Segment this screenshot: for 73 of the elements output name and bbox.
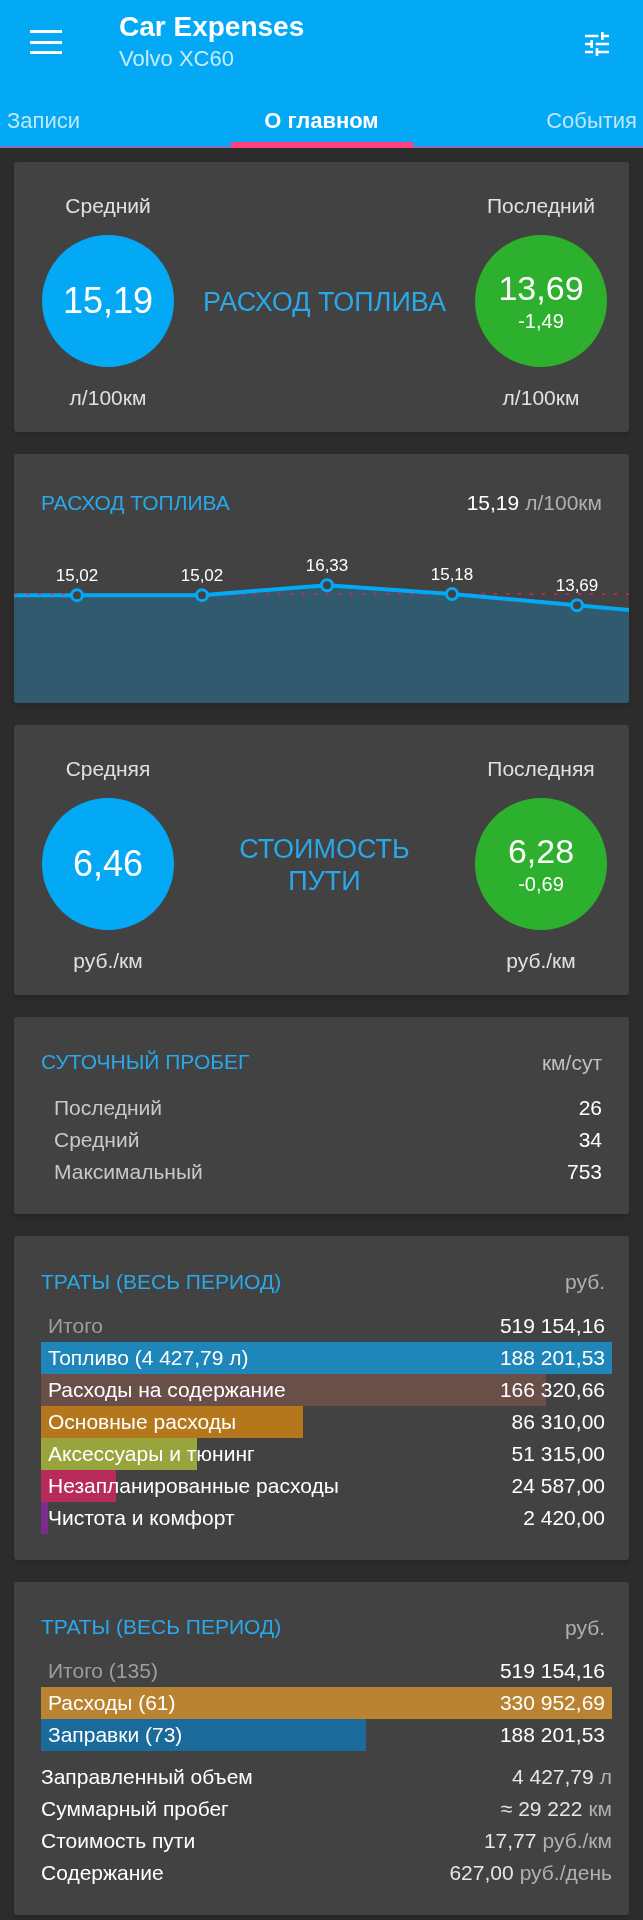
stat-value: 4 427,79	[512, 1764, 594, 1791]
total-label: Итого	[48, 1312, 104, 1339]
mileage-label: Последний	[54, 1095, 163, 1122]
mileage-value: 753	[566, 1159, 602, 1186]
gauge-label: Последний	[486, 194, 596, 218]
stat-unit: л	[599, 1764, 612, 1791]
stat-unit: км	[588, 1796, 612, 1823]
total-value: 519 154,16	[499, 1658, 605, 1685]
mileage-label: Максимальный	[54, 1159, 203, 1186]
gauge-label: Средний	[65, 194, 151, 218]
expense-label: Аксессуары и тюнинг	[48, 1440, 255, 1467]
tab[interactable]: О главном	[140, 100, 503, 147]
section-unit: руб.	[564, 1614, 605, 1641]
gauge-label: Средняя	[65, 756, 151, 781]
data-label: 15,18	[430, 564, 474, 584]
expense-value: 2 420,00	[523, 1504, 605, 1531]
chart-average-value: 15,19	[466, 490, 520, 516]
menu-icon[interactable]	[30, 30, 62, 54]
section-title: ТРАТЫ (ВЕСЬ ПЕРИОД)	[41, 1268, 282, 1295]
stat-value: 627,00	[449, 1860, 514, 1887]
data-label: 13,69	[555, 575, 599, 595]
gauge-delta: -1,49	[518, 309, 564, 333]
gauge-label: Последняя	[487, 756, 595, 781]
expense-label: Заправки (73)	[48, 1722, 183, 1749]
tab[interactable]: События	[503, 100, 643, 147]
expense-value: 24 587,00	[511, 1472, 605, 1499]
expense-label: Чистота и комфорт	[48, 1504, 235, 1531]
summary-title: РАСХОД ТОПЛИВА	[203, 286, 446, 318]
gauge-delta: -0,69	[518, 871, 564, 896]
stat-value: 17,77	[483, 1828, 537, 1855]
section-title: ТРАТЫ (ВЕСЬ ПЕРИОД)	[41, 1614, 282, 1641]
expense-value: 51 315,00	[511, 1440, 605, 1467]
expense-value: 188 201,53	[499, 1344, 605, 1371]
stat-label: Заправленный объем	[41, 1764, 253, 1791]
stat-unit: руб./км	[542, 1828, 612, 1855]
stat-label: Содержание	[41, 1860, 164, 1887]
expense-value: 188 201,53	[499, 1722, 605, 1749]
total-label: Итого (135)	[48, 1658, 158, 1685]
gauge-unit: л/100км	[502, 386, 580, 410]
mileage-label: Средний	[54, 1127, 140, 1154]
tab[interactable]: Записи	[0, 100, 140, 147]
gauge-unit: л/100км	[69, 386, 147, 410]
expense-value: 166 320,66	[499, 1376, 605, 1403]
stat-label: Стоимость пути	[41, 1828, 196, 1855]
expense-label: Расходы на содержание	[48, 1376, 286, 1403]
app-title: Car Expenses	[119, 10, 305, 44]
stat-value: ≈ 29 222	[500, 1796, 583, 1823]
gauge-value: 13,69	[498, 269, 584, 307]
total-value: 519 154,16	[499, 1312, 605, 1339]
data-label: 15,02	[55, 565, 99, 585]
mileage-value: 26	[578, 1095, 602, 1122]
expense-value: 86 310,00	[511, 1408, 605, 1435]
section-unit: руб.	[564, 1269, 605, 1295]
gauge-unit: руб./км	[506, 948, 576, 973]
section-unit: км/сут	[541, 1049, 602, 1076]
section-title: СУТОЧНЫЙ ПРОБЕГ	[41, 1049, 250, 1076]
app-subtitle: Volvo XC60	[119, 45, 235, 73]
chart-unit: л/100км	[525, 490, 602, 516]
gauge-value: 15,19	[62, 281, 154, 321]
expense-value: 330 952,69	[499, 1690, 605, 1717]
data-label: 16,33	[305, 555, 349, 575]
summary-title: СТОИМОСТЬ ПУТИ	[239, 832, 410, 897]
gauge-value: 6,28	[507, 831, 575, 870]
expense-label: Топливо (4 427,79 л)	[48, 1344, 249, 1371]
stat-label: Суммарный пробег	[41, 1796, 229, 1823]
data-label: 15,02	[180, 565, 224, 585]
gauge-value: 6,46	[72, 843, 144, 884]
stat-unit: руб./день	[519, 1860, 612, 1887]
mileage-value: 34	[578, 1127, 602, 1154]
chart-title: РАСХОД ТОПЛИВА	[41, 489, 230, 516]
expense-label: Основные расходы	[48, 1408, 237, 1435]
gauge-unit: руб./км	[73, 948, 143, 973]
expense-label: Расходы (61)	[48, 1690, 176, 1717]
